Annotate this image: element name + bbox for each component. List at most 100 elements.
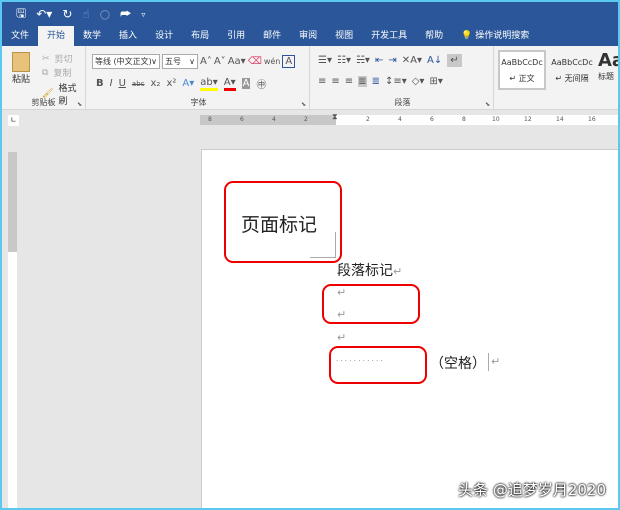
cut-button[interactable]: ✂ 剪切 (42, 52, 73, 66)
clipboard-label: 剪贴板 (31, 98, 56, 107)
shading-icon[interactable]: ◇▾ (412, 76, 425, 87)
char-border-icon[interactable]: A (282, 55, 296, 68)
redo-icon[interactable]: ↻ (62, 7, 72, 21)
dialog-launcher-icon[interactable]: ⬊ (301, 101, 306, 108)
align-center-icon[interactable]: ≡ (331, 76, 339, 87)
paragraph-label: 段落 (394, 98, 411, 107)
chevron-down-icon: ∨ (151, 57, 157, 66)
distributed-icon[interactable]: ≣ (372, 76, 380, 87)
shrink-font-icon[interactable]: A˅ (214, 56, 226, 67)
paragraph-mark: ↵ (491, 355, 501, 368)
style-preview: AaBbCcDc (501, 58, 543, 67)
watermark: 头条 @追梦岁月2020 (458, 481, 606, 499)
italic-button[interactable]: I (110, 78, 113, 89)
style-preview: Aa (598, 50, 618, 71)
sort-icon[interactable]: A↓ (427, 55, 442, 66)
ruler-tick: 2 (366, 116, 370, 123)
tab-insert[interactable]: 插入 (110, 26, 146, 46)
superscript-button[interactable]: x² (166, 78, 176, 89)
scissors-icon: ✂ (42, 53, 50, 64)
strikethrough-button[interactable]: abc (132, 80, 145, 88)
style-normal[interactable]: AaBbCcDc ↵ 正文 (498, 50, 546, 90)
style-heading[interactable]: Aa 标题 (598, 50, 618, 90)
circle-icon[interactable]: ○ (100, 7, 110, 21)
show-marks-icon[interactable]: ↵ (447, 54, 462, 67)
lightbulb-icon: 💡 (461, 31, 473, 41)
paragraph-mark-label: 段落标记 (337, 263, 393, 279)
paragraph-mark: ↵ (337, 286, 347, 299)
word-window: 🖫 ↶▾ ↻ ☝ ○ ⮫ ▿ 文件 开始 数学 插入 设计 布局 引用 邮件 审… (0, 0, 620, 510)
tab-references[interactable]: 引用 (218, 26, 254, 46)
tell-me-label: 操作说明搜索 (475, 31, 530, 41)
cut-label: 剪切 (54, 55, 73, 65)
font-size-select[interactable]: 五号 ∨ (162, 54, 198, 69)
text-effects-icon[interactable]: A▾ (182, 78, 194, 89)
align-right-icon[interactable]: ≡ (345, 76, 353, 87)
dropdown-icon[interactable]: ▿ (141, 10, 145, 19)
horizontal-ruler[interactable]: 8 6 4 2 ⧗ 2 4 6 8 10 12 14 16 (200, 112, 618, 125)
touch-mode-icon[interactable]: ☝ (82, 7, 89, 21)
underline-button[interactable]: U (119, 78, 126, 89)
tab-file[interactable]: 文件 (2, 26, 38, 46)
dialog-launcher-icon[interactable]: ⬊ (77, 101, 82, 108)
style-name: ↵ 无间隔 (555, 74, 589, 83)
asian-layout-icon[interactable]: ✕A▾ (402, 55, 422, 66)
document-page[interactable]: 页面标记 段落标记↵ ↵ ↵ ↵ · · · · · · · · · · · （… (201, 149, 618, 508)
tab-review[interactable]: 审阅 (290, 26, 326, 46)
decrease-indent-icon[interactable]: ⇤ (375, 55, 383, 66)
paragraph-group: ☰▾ ☷▾ ☵▾ ⇤ ⇥ ✕A▾ A↓ ↵ ≡ ≡ ≡ ≣ ≣ ↕≡▾ ◇▾ ⊞… (312, 46, 494, 110)
font-label: 字体 (190, 98, 207, 107)
font-name-select[interactable]: 等线 (中文正文) ∨ (92, 54, 160, 69)
ruler-row: ∟ 8 6 4 2 ⧗ 2 4 6 8 10 12 14 16 (2, 110, 618, 132)
phonetic-guide-icon[interactable]: wén (264, 57, 281, 66)
tab-view[interactable]: 视图 (326, 26, 362, 46)
tab-mailings[interactable]: 邮件 (254, 26, 290, 46)
paste-button[interactable]: 粘贴 (12, 52, 30, 85)
tab-design[interactable]: 设计 (146, 26, 182, 46)
tab-help[interactable]: 帮助 (416, 26, 452, 46)
ruler-tick: 8 (208, 116, 212, 123)
increase-indent-icon[interactable]: ⇥ (388, 55, 396, 66)
dialog-launcher-icon[interactable]: ⬊ (485, 101, 490, 108)
grow-font-icon[interactable]: A˄ (200, 56, 212, 67)
save-icon[interactable]: 🖫 (16, 4, 26, 25)
tab-developer[interactable]: 开发工具 (362, 26, 416, 46)
tab-math[interactable]: 数学 (74, 26, 110, 46)
ruler-tick: 10 (492, 116, 500, 123)
paragraph-line: 段落标记↵ (337, 260, 402, 280)
font-color-icon[interactable]: A▾ (223, 77, 236, 91)
ruler-tick: 8 (462, 116, 466, 123)
justify-icon[interactable]: ≣ (358, 76, 367, 87)
tell-me-search[interactable]: 💡 操作说明搜索 (452, 26, 538, 46)
tab-home[interactable]: 开始 (38, 26, 75, 46)
paragraph-mark: ↵ (337, 331, 347, 344)
char-shading-icon[interactable]: A (241, 78, 251, 89)
numbering-icon[interactable]: ☷▾ (337, 55, 351, 66)
align-left-icon[interactable]: ≡ (318, 76, 326, 87)
ruler-tick: 14 (556, 116, 564, 123)
line-spacing-icon[interactable]: ↕≡▾ (385, 76, 407, 87)
font-group: 等线 (中文正文) ∨ 五号 ∨ A˄ A˅ Aa▾ ⌫ wén A B I U a… (88, 46, 310, 110)
indent-marker[interactable]: ⧗ (332, 112, 338, 122)
change-case-button[interactable]: Aa▾ (228, 56, 246, 67)
style-no-spacing[interactable]: AaBbCcDc ↵ 无间隔 (548, 50, 596, 90)
multilevel-list-icon[interactable]: ☵▾ (356, 55, 370, 66)
enclose-char-icon[interactable]: ㊥ (256, 76, 266, 91)
margin-corner-mark (310, 232, 336, 258)
borders-icon[interactable]: ⊞▾ (429, 76, 442, 87)
highlight-icon[interactable]: ab▾ (200, 77, 218, 91)
style-preview: AaBbCcDc (551, 58, 593, 67)
bullets-icon[interactable]: ☰▾ (318, 55, 332, 66)
customize-icon[interactable]: ⮫ (120, 7, 131, 22)
vertical-ruler[interactable] (8, 152, 17, 508)
tab-layout[interactable]: 布局 (182, 26, 218, 46)
tab-selector[interactable]: ∟ (8, 115, 19, 126)
copy-icon: ⧉ (42, 67, 49, 78)
subscript-button[interactable]: x₂ (151, 78, 161, 89)
chevron-down-icon: ∨ (189, 57, 195, 66)
bold-button[interactable]: B (96, 78, 104, 89)
copy-button[interactable]: ⧉ 复制 (42, 66, 71, 80)
ruler-tick: 16 (588, 116, 596, 123)
undo-icon[interactable]: ↶▾ (36, 7, 52, 21)
clear-format-icon[interactable]: ⌫ (248, 56, 262, 67)
